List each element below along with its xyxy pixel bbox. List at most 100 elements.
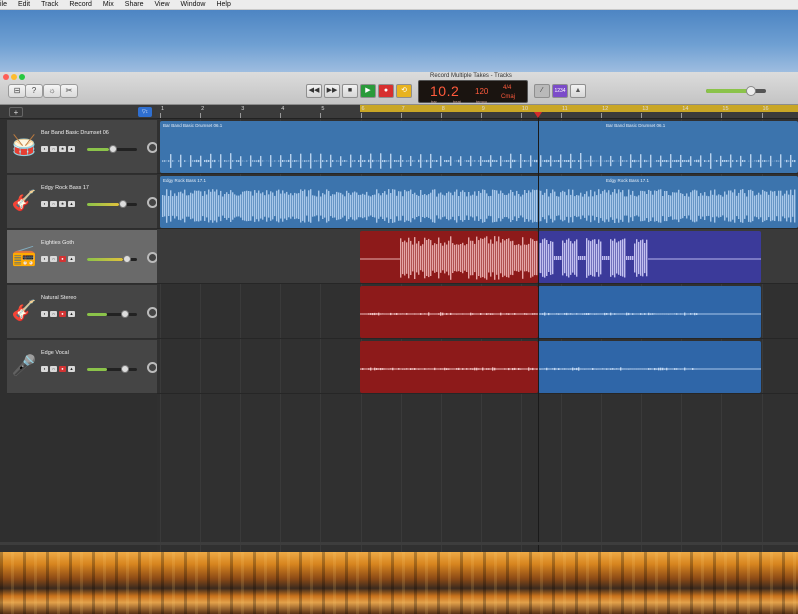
headphones-icon[interactable]: ∩ [50,256,57,262]
lock-icon[interactable]: ▲ [68,311,75,317]
ruler-tick [480,113,482,118]
volume-knob[interactable] [121,310,129,318]
lock-icon[interactable]: ▲ [68,256,75,262]
volume-slider[interactable] [87,365,137,373]
volume-knob[interactable] [119,200,127,208]
track-header-drums[interactable]: 🥁 Bar Band Basic Drumset 06 ◖ ∩ ★ ▲ [7,120,158,174]
microphone-icon: 🎤 [11,355,37,377]
smart-controls-button[interactable]: ☼ [43,84,61,98]
fast-forward-button[interactable]: ▶▶ [324,84,340,98]
menu-file[interactable]: ile [0,0,7,10]
region-take-blue[interactable] [538,286,761,338]
track-header-bass[interactable]: 🎸 Edgy Rock Bass 17 ◖ ∩ ★ ▲ [7,175,158,229]
lane-drums[interactable]: Bar Band Basic Drumset 06.1 Bar Band Bas… [157,119,798,174]
headphones-icon[interactable]: ∩ [50,146,57,152]
volume-slider[interactable] [87,310,137,318]
lock-icon[interactable]: ▲ [68,366,75,372]
editors-button[interactable]: ✂ [60,84,78,98]
menu-mix[interactable]: Mix [103,0,114,10]
count-in-button[interactable]: 1234 [552,84,568,98]
library-button[interactable]: ⊟ [8,84,26,98]
solo-button[interactable]: ★ [59,146,66,152]
metronome-button[interactable]: ▲ [570,84,586,98]
menu-share[interactable]: Share [125,0,144,10]
desktop-sky [0,10,798,72]
track-header-edge-vocal[interactable]: 🎤 Edge Vocal ◖ ∩ ● ▲ [7,340,158,394]
quick-help-button[interactable]: ? [25,84,43,98]
menu-track[interactable]: Track [41,0,58,10]
record-enable-button[interactable]: ● [59,256,66,262]
drum-kit-icon: 🥁 [11,135,37,157]
headphones-icon[interactable]: ∩ [50,366,57,372]
cycle-button[interactable]: ⟲ [396,84,412,98]
ruler-bar-number: 2 [201,106,205,112]
ruler-bar-number: 10 [521,106,529,112]
lane-eighties-goth[interactable] [157,229,798,284]
record-enable-button[interactable]: ● [59,366,66,372]
play-button[interactable]: ▶ [360,84,376,98]
waveform [162,153,796,169]
lane-edge-vocal[interactable] [157,339,798,394]
lcd-display[interactable]: 10.2 bar beat 120 tempo 4/4 Cmaj [418,80,528,104]
track-header-natural-stereo[interactable]: 🎸 Natural Stereo ◖ ∩ ● ▲ [7,285,158,339]
headphones-icon[interactable]: ∩ [50,201,57,207]
minimize-window-button[interactable] [11,74,17,80]
menu-view[interactable]: View [154,0,169,10]
add-track-button[interactable]: + [9,107,23,117]
timeline-ruler[interactable]: 1 2 3 4 5 6 7 8 9 10 11 12 13 14 15 16 [157,105,798,119]
playhead-marker[interactable] [534,112,542,118]
volume-fill [87,203,119,206]
catch-button[interactable]: ▽↕ [138,107,152,117]
volume-slider[interactable] [87,255,137,263]
record-button[interactable]: ● [378,84,394,98]
ruler-bar-number: 11 [562,106,568,112]
zoom-window-button[interactable] [19,74,25,80]
horizontal-scrollbar[interactable] [0,542,798,545]
menu-window[interactable]: Window [181,0,206,10]
lane-natural-stereo[interactable] [157,284,798,339]
region-drums[interactable]: Bar Band Basic Drumset 06.1 Bar Band Bas… [160,121,798,173]
region-take-red[interactable] [360,341,538,393]
record-enable-button[interactable]: ● [59,311,66,317]
solo-button[interactable]: ★ [59,201,66,207]
tuner-button[interactable]: ⁄ [534,84,550,98]
region-take-red[interactable] [360,231,538,283]
waveform [538,238,761,278]
lock-icon[interactable]: ▲ [68,146,75,152]
volume-knob[interactable] [109,145,117,153]
mute-button[interactable]: ◖ [41,201,48,207]
master-volume-knob[interactable] [746,86,756,96]
playhead[interactable] [538,112,539,552]
lock-icon[interactable]: ▲ [68,201,75,207]
lcd-key: Cmaj [501,94,516,100]
mute-button[interactable]: ◖ [41,146,48,152]
volume-knob[interactable] [123,255,131,263]
lcd-position: 10.2 [430,83,460,99]
quick-help-icon: ? [31,86,37,95]
mute-button[interactable]: ◖ [41,311,48,317]
menu-help[interactable]: Help [216,0,230,10]
volume-slider[interactable] [87,200,137,208]
lane-bass[interactable]: Edgy Rock Bass 17.1 Edgy Rock Bass 17.1 [157,174,798,229]
menu-edit[interactable]: Edit [18,0,30,10]
region-bass[interactable]: Edgy Rock Bass 17.1 Edgy Rock Bass 17.1 [160,176,798,228]
menu-record[interactable]: Record [69,0,92,10]
region-take-purple[interactable] [538,231,761,283]
mute-button[interactable]: ◖ [41,256,48,262]
tracks-area[interactable]: Bar Band Basic Drumset 06.1 Bar Band Bas… [157,119,798,552]
scissors-icon: ✂ [65,86,73,95]
stop-button[interactable]: ■ [342,84,358,98]
track-header-eighties-goth[interactable]: 📻 Eighties Goth ◖ ∩ ● ▲ [7,230,158,284]
region-take-blue[interactable] [538,341,761,393]
volume-slider[interactable] [87,145,137,153]
close-window-button[interactable] [3,74,9,80]
rewind-button[interactable]: ◀◀ [306,84,322,98]
master-volume-fill [706,89,750,93]
volume-knob[interactable] [121,365,129,373]
headphones-icon[interactable]: ∩ [50,311,57,317]
ruler-tick [440,113,442,118]
region-take-red[interactable] [360,286,538,338]
master-volume-slider[interactable] [706,86,766,96]
mute-button[interactable]: ◖ [41,366,48,372]
cycle-region[interactable] [360,105,798,112]
